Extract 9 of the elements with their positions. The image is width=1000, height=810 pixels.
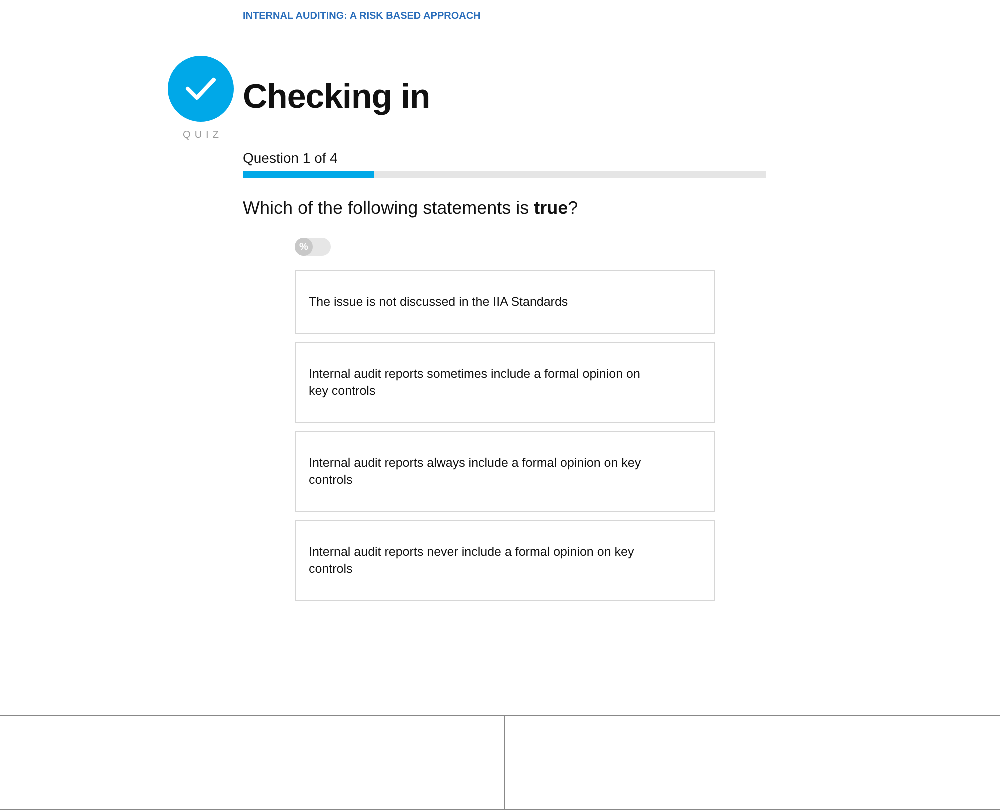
question-text: Which of the following statements is true?	[243, 197, 580, 220]
quiz-label: QUIZ	[182, 129, 223, 143]
answer-option[interactable]: Internal audit reports sometimes include a formal opinion on key controls	[295, 342, 715, 423]
page-title: Checking in	[243, 80, 432, 114]
course-title: INTERNAL AUDITING: A RISK BASED APPROACH	[243, 10, 482, 24]
answer-option[interactable]: Internal audit reports never include a formal opinion on key controls	[295, 520, 715, 601]
answer-option[interactable]: The issue is not discussed in the IIA Standards	[295, 270, 715, 334]
question-counter: Question 1 of 4	[243, 149, 339, 168]
answer-option[interactable]: Internal audit reports always include a formal opinion on key controls	[295, 431, 715, 512]
